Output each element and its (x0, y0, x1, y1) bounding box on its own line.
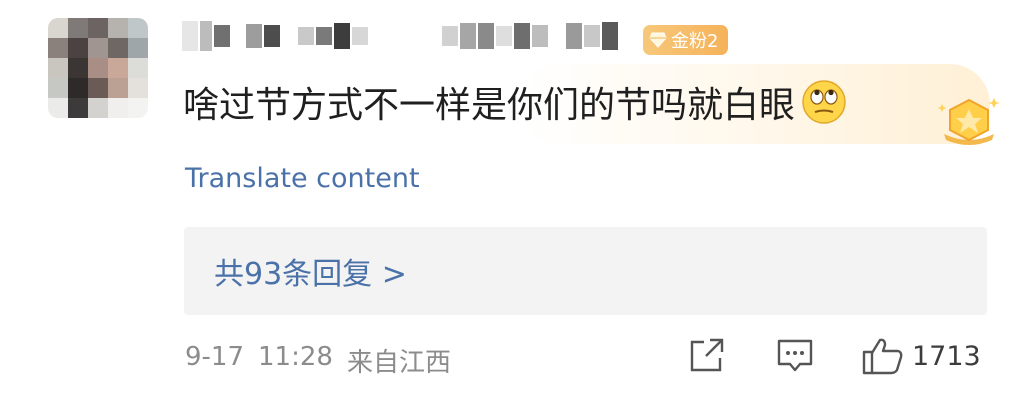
comment-button[interactable] (776, 336, 814, 374)
like-count: 1713 (912, 340, 981, 372)
like-button[interactable]: 1713 (860, 336, 981, 376)
fan-badge-label: 金粉2 (671, 31, 719, 52)
diamond-icon (649, 32, 667, 48)
thumbs-up-icon (862, 338, 903, 375)
replies-box[interactable]: 共93条回复 > (184, 227, 987, 315)
share-icon (690, 338, 724, 372)
avatar[interactable] (48, 18, 148, 118)
eye-roll-emoji-icon (802, 80, 846, 124)
comment-icon (777, 339, 813, 372)
replies-count-link[interactable]: 共93条回复 > (214, 249, 407, 293)
gold-badge-decoration-icon (937, 98, 1000, 145)
comment-time: 11:28 (258, 342, 333, 372)
comment-meta: 9-17 11:28 来自江西 (185, 342, 451, 379)
username[interactable] (182, 18, 637, 54)
share-button[interactable] (688, 336, 726, 374)
comment-date: 9-17 (185, 342, 245, 372)
translate-link[interactable]: Translate content (185, 163, 420, 194)
comment-body: 啥过节方式不一样是你们的节吗就白眼 (183, 85, 796, 126)
comment-text: 啥过节方式不一样是你们的节吗就白眼 (183, 78, 847, 126)
comment-location: 来自江西 (346, 348, 451, 378)
fan-badge[interactable]: 金粉2 (643, 25, 729, 55)
